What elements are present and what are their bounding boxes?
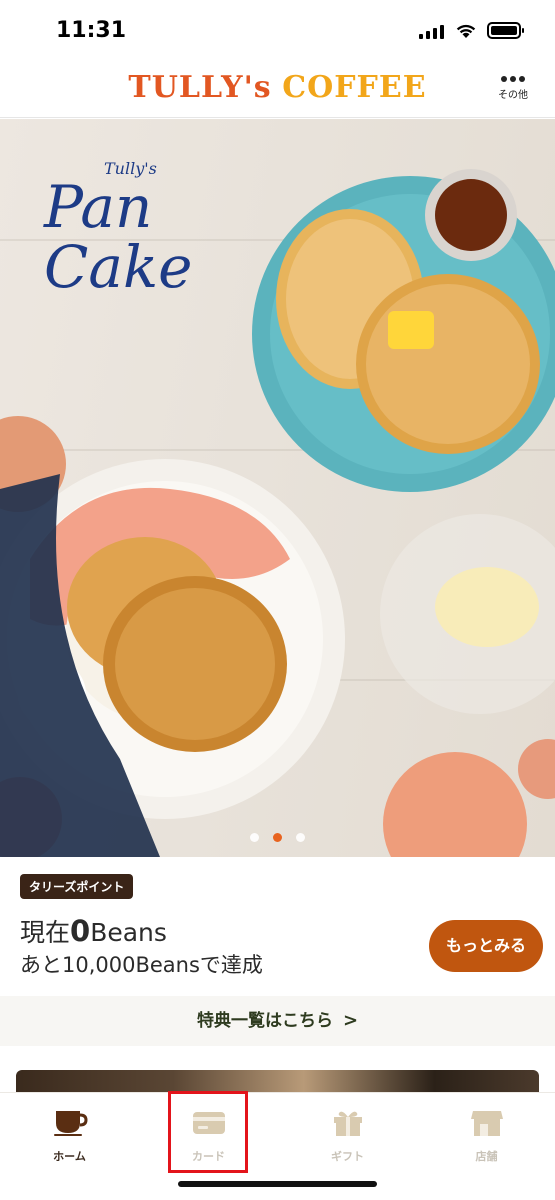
points-section: タリーズポイント 現在0Beans あと10,000Beansで達成 もっとみる (0, 857, 555, 995)
more-dots-icon (491, 76, 535, 82)
benefits-label: 特典一覧はこちら (196, 1011, 333, 1031)
status-bar: 11:31 (0, 0, 555, 62)
wifi-icon (456, 24, 476, 38)
battery-icon (487, 22, 524, 39)
status-icons (419, 22, 524, 39)
benefits-link[interactable]: 特典一覧はこちら > (0, 996, 555, 1046)
card-tab-highlight (168, 1091, 248, 1173)
signal-icon (419, 23, 445, 39)
carousel-indicator (0, 833, 555, 842)
see-more-button[interactable]: もっとみる (429, 920, 543, 972)
current-beans: 現在0Beans (20, 914, 167, 948)
home-indicator (178, 1181, 377, 1187)
tab-store[interactable]: 店舗 (417, 1093, 555, 1173)
hero-title-line1: Pan (44, 173, 153, 241)
coffee-cup-icon (53, 1111, 88, 1136)
status-time: 11:31 (56, 18, 127, 43)
chevron-right-icon: > (342, 1010, 359, 1031)
gift-icon (333, 1111, 362, 1136)
app-header: TULLY's COFFEE その他 (0, 62, 555, 118)
brand-logo: TULLY's COFFEE (128, 70, 427, 105)
tab-gift-label: ギフト (331, 1150, 364, 1163)
hero-title: Tully's Pan Cake (44, 159, 192, 298)
hero-banner[interactable]: Tully's Pan Cake (0, 119, 555, 857)
carousel-dot[interactable] (296, 833, 305, 842)
tab-store-label: 店舗 (475, 1150, 498, 1163)
tab-home[interactable]: ホーム (0, 1093, 139, 1173)
more-menu-button[interactable]: その他 (491, 76, 535, 110)
tab-home-label: ホーム (53, 1150, 86, 1163)
store-icon (470, 1111, 503, 1136)
hero-title-line2: Cake (44, 233, 193, 301)
carousel-dot[interactable] (250, 833, 259, 842)
tab-gift[interactable]: ギフト (278, 1093, 417, 1173)
carousel-dot-active[interactable] (273, 833, 282, 842)
beans-value: 0 (70, 914, 91, 948)
more-menu-label: その他 (498, 90, 528, 101)
points-badge: タリーズポイント (20, 874, 134, 899)
beans-goal: あと10,000Beansで達成 (20, 953, 263, 977)
